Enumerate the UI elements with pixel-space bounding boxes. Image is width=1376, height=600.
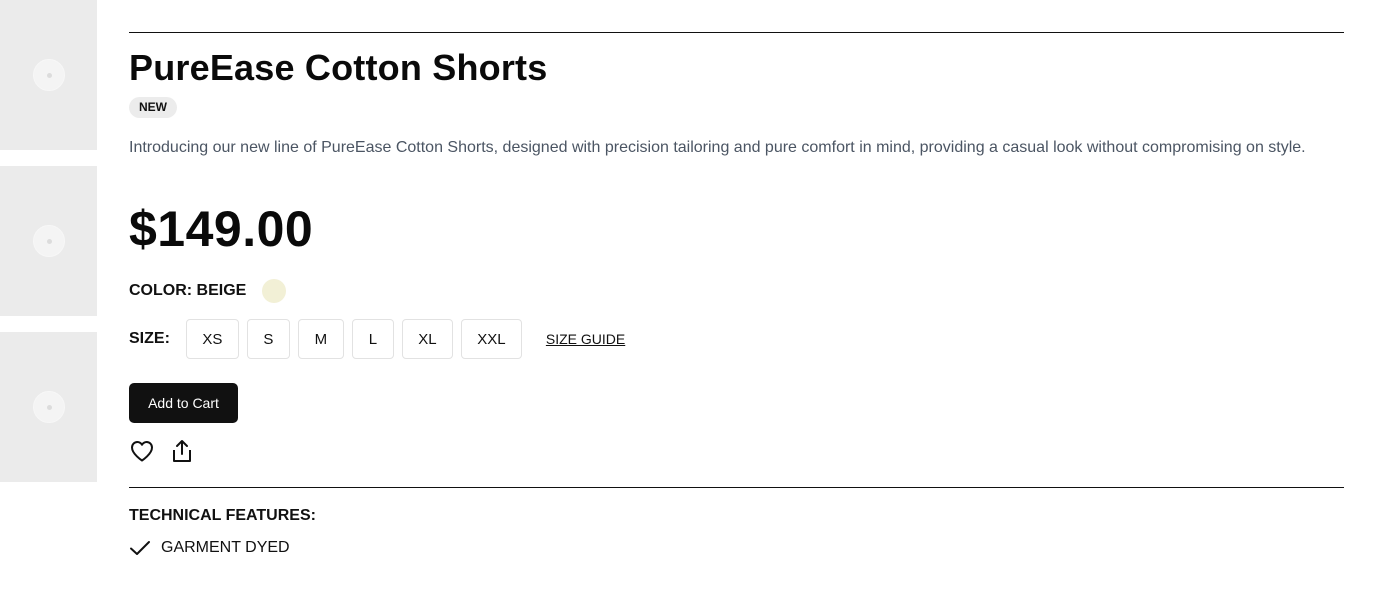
size-selector: SIZE: XS S M L XL XXL SIZE GUIDE (129, 319, 625, 359)
image-placeholder-icon (32, 391, 65, 423)
technical-features-title: TECHNICAL FEATURES: (129, 507, 316, 524)
feature-item: GARMENT DYED (129, 537, 290, 559)
image-placeholder-icon (32, 225, 65, 257)
size-option-xxl[interactable]: XXL (460, 319, 522, 359)
product-description: Introducing our new line of PureEase Cot… (129, 139, 1306, 156)
feature-label: GARMENT DYED (161, 539, 290, 556)
size-option-s[interactable]: S (246, 319, 290, 359)
product-price: $149.00 (129, 201, 314, 257)
image-placeholder-icon (32, 59, 65, 91)
top-divider (129, 32, 1344, 33)
features-divider (129, 487, 1344, 488)
size-option-xl[interactable]: XL (401, 319, 453, 359)
share-icon[interactable] (169, 438, 195, 464)
size-option-l[interactable]: L (351, 319, 394, 359)
color-selector: COLOR: BEIGE (129, 279, 287, 303)
new-badge: NEW (129, 97, 177, 118)
add-to-cart-button[interactable]: Add to Cart (129, 383, 238, 423)
thumbnail-1[interactable] (0, 0, 97, 150)
size-option-m[interactable]: M (297, 319, 344, 359)
thumbnail-3[interactable] (0, 332, 97, 482)
size-option-xs[interactable]: XS (185, 319, 239, 359)
thumbnail-2[interactable] (0, 166, 97, 316)
product-title: PureEase Cotton Shorts (129, 47, 548, 88)
color-swatch-beige[interactable] (262, 279, 287, 303)
size-guide-link[interactable]: SIZE GUIDE (546, 331, 625, 347)
size-label: SIZE: (129, 330, 170, 347)
product-actions (129, 438, 195, 464)
check-icon (129, 537, 151, 559)
heart-icon[interactable] (129, 438, 155, 464)
color-label: COLOR: BEIGE (129, 282, 247, 299)
